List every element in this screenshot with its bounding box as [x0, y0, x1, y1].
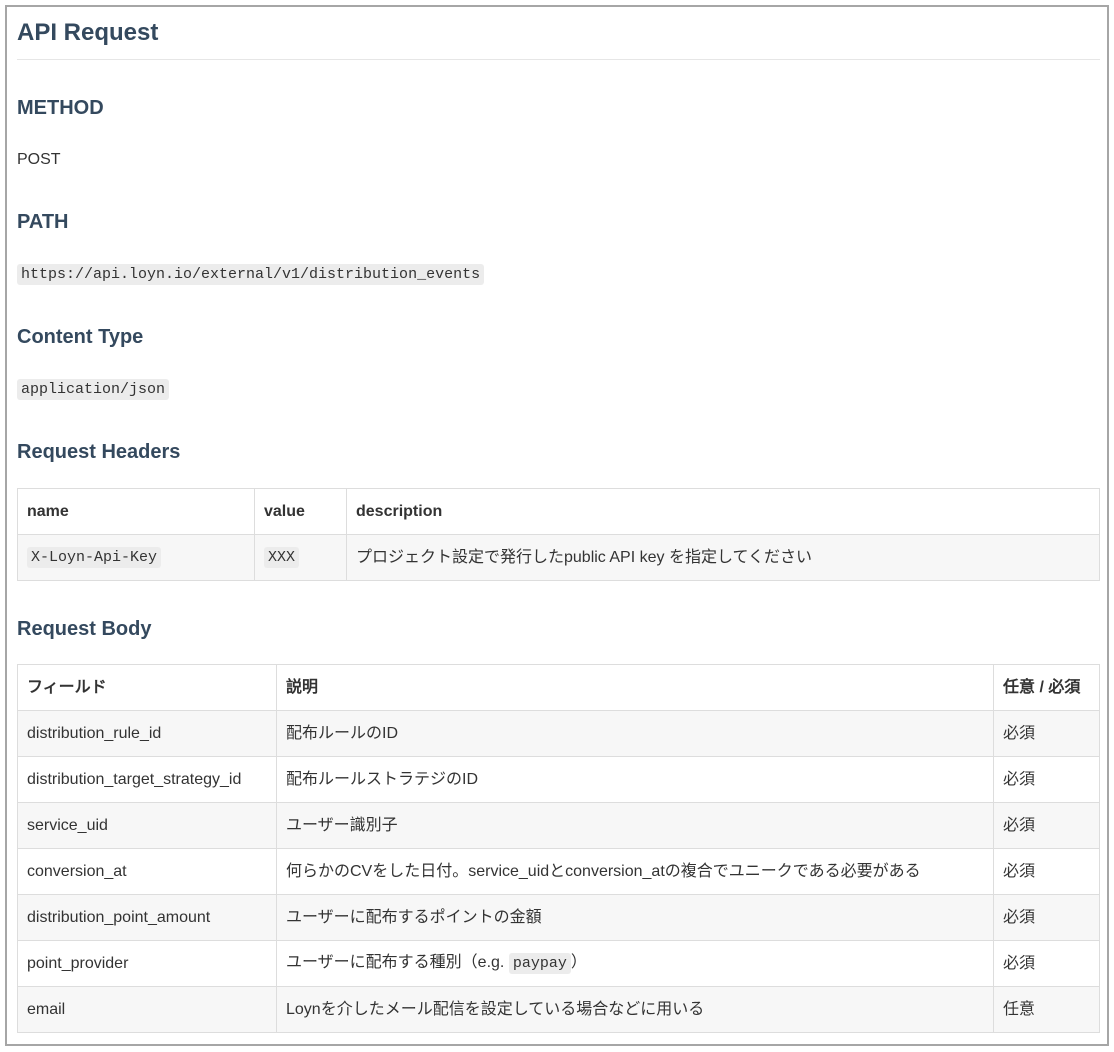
path-value: https://api.loyn.io/external/v1/distribu… — [17, 264, 485, 285]
table-row: point_provider ユーザーに配布する種別（e.g. paypay） … — [17, 940, 1100, 987]
content-type-heading: Content Type — [17, 326, 144, 348]
field-cell: point_provider — [17, 940, 277, 987]
request-headers-heading: Request Headers — [17, 441, 181, 463]
request-headers-table: name value description X-Loyn-Api-Key XX… — [17, 488, 1100, 581]
table-head: フィールド 説明 任意 / 必須 — [17, 664, 1100, 711]
field-cell: distribution_point_amount — [17, 894, 277, 941]
path-heading: PATH — [17, 211, 69, 233]
column-header-description: description — [346, 488, 1100, 535]
field-cell: conversion_at — [17, 848, 277, 895]
column-header-field: フィールド — [17, 664, 277, 711]
column-header-requirement: 任意 / 必須 — [993, 664, 1100, 711]
table-row: distribution_target_strategy_id 配布ルールストラ… — [17, 756, 1100, 803]
table-body: distribution_rule_id 配布ルールのID 必須 distrib… — [17, 710, 1100, 1033]
requirement-cell: 必須 — [993, 710, 1100, 757]
field-cell: distribution_rule_id — [17, 710, 277, 757]
description-text: ユーザーに配布する種別（e.g. — [286, 954, 509, 971]
description-cell: ユーザー識別子 — [276, 802, 994, 849]
request-body-heading: Request Body — [17, 618, 152, 640]
description-cell: ユーザーに配布する種別（e.g. paypay） — [276, 940, 994, 987]
description-cell: 何らかのCVをした日付。service_uidとconversion_atの複合… — [276, 848, 994, 895]
requirement-cell: 任意 — [993, 986, 1100, 1033]
requirement-cell: 必須 — [993, 756, 1100, 803]
requirement-cell: 必須 — [993, 940, 1100, 987]
method-value: POST — [17, 151, 61, 168]
description-text-end: ） — [570, 954, 587, 971]
inline-code: X-Loyn-Api-Key — [27, 547, 162, 568]
header-value-cell: XXX — [254, 534, 347, 581]
table-header-row: フィールド 説明 任意 / 必須 — [17, 664, 1100, 711]
description-cell: 配布ルールストラテジのID — [276, 756, 994, 803]
content-type-paragraph: application/json — [17, 378, 1100, 401]
table-row: X-Loyn-Api-Key XXX プロジェクト設定で発行したpublic A… — [17, 534, 1100, 581]
table-row: service_uid ユーザー識別子 必須 — [17, 802, 1100, 849]
description-cell: Loynを介したメール配信を設定している場合などに用いる — [276, 986, 994, 1033]
requirement-cell: 必須 — [993, 848, 1100, 895]
requirement-cell: 必須 — [993, 802, 1100, 849]
table-head: name value description — [17, 488, 1100, 535]
table-row: distribution_rule_id 配布ルールのID 必須 — [17, 710, 1100, 757]
field-cell: email — [17, 986, 277, 1033]
table-row: conversion_at 何らかのCVをした日付。service_uidとco… — [17, 848, 1100, 895]
description-cell: ユーザーに配布するポイントの金額 — [276, 894, 994, 941]
column-header-value: value — [254, 488, 347, 535]
table-row: email Loynを介したメール配信を設定している場合などに用いる 任意 — [17, 986, 1100, 1033]
page-title: API Request — [17, 18, 1100, 60]
content-type-value: application/json — [17, 379, 170, 400]
api-request-section: API Request METHOD POST PATH https://api… — [5, 5, 1109, 1046]
inline-code: XXX — [264, 547, 300, 568]
table-body: X-Loyn-Api-Key XXX プロジェクト設定で発行したpublic A… — [17, 534, 1100, 581]
column-header-description: 説明 — [276, 664, 994, 711]
path-paragraph: https://api.loyn.io/external/v1/distribu… — [17, 263, 1100, 286]
column-header-name: name — [17, 488, 255, 535]
table-row: distribution_point_amount ユーザーに配布するポイントの… — [17, 894, 1100, 941]
header-name-cell: X-Loyn-Api-Key — [17, 534, 255, 581]
description-cell: 配布ルールのID — [276, 710, 994, 757]
requirement-cell: 必須 — [993, 894, 1100, 941]
field-cell: distribution_target_strategy_id — [17, 756, 277, 803]
method-heading: METHOD — [17, 97, 104, 119]
field-cell: service_uid — [17, 802, 277, 849]
header-description-cell: プロジェクト設定で発行したpublic API key を指定してください — [346, 534, 1100, 581]
table-header-row: name value description — [17, 488, 1100, 535]
inline-code: paypay — [508, 953, 571, 974]
request-body-table: フィールド 説明 任意 / 必須 distribution_rule_id 配布… — [17, 664, 1100, 1033]
